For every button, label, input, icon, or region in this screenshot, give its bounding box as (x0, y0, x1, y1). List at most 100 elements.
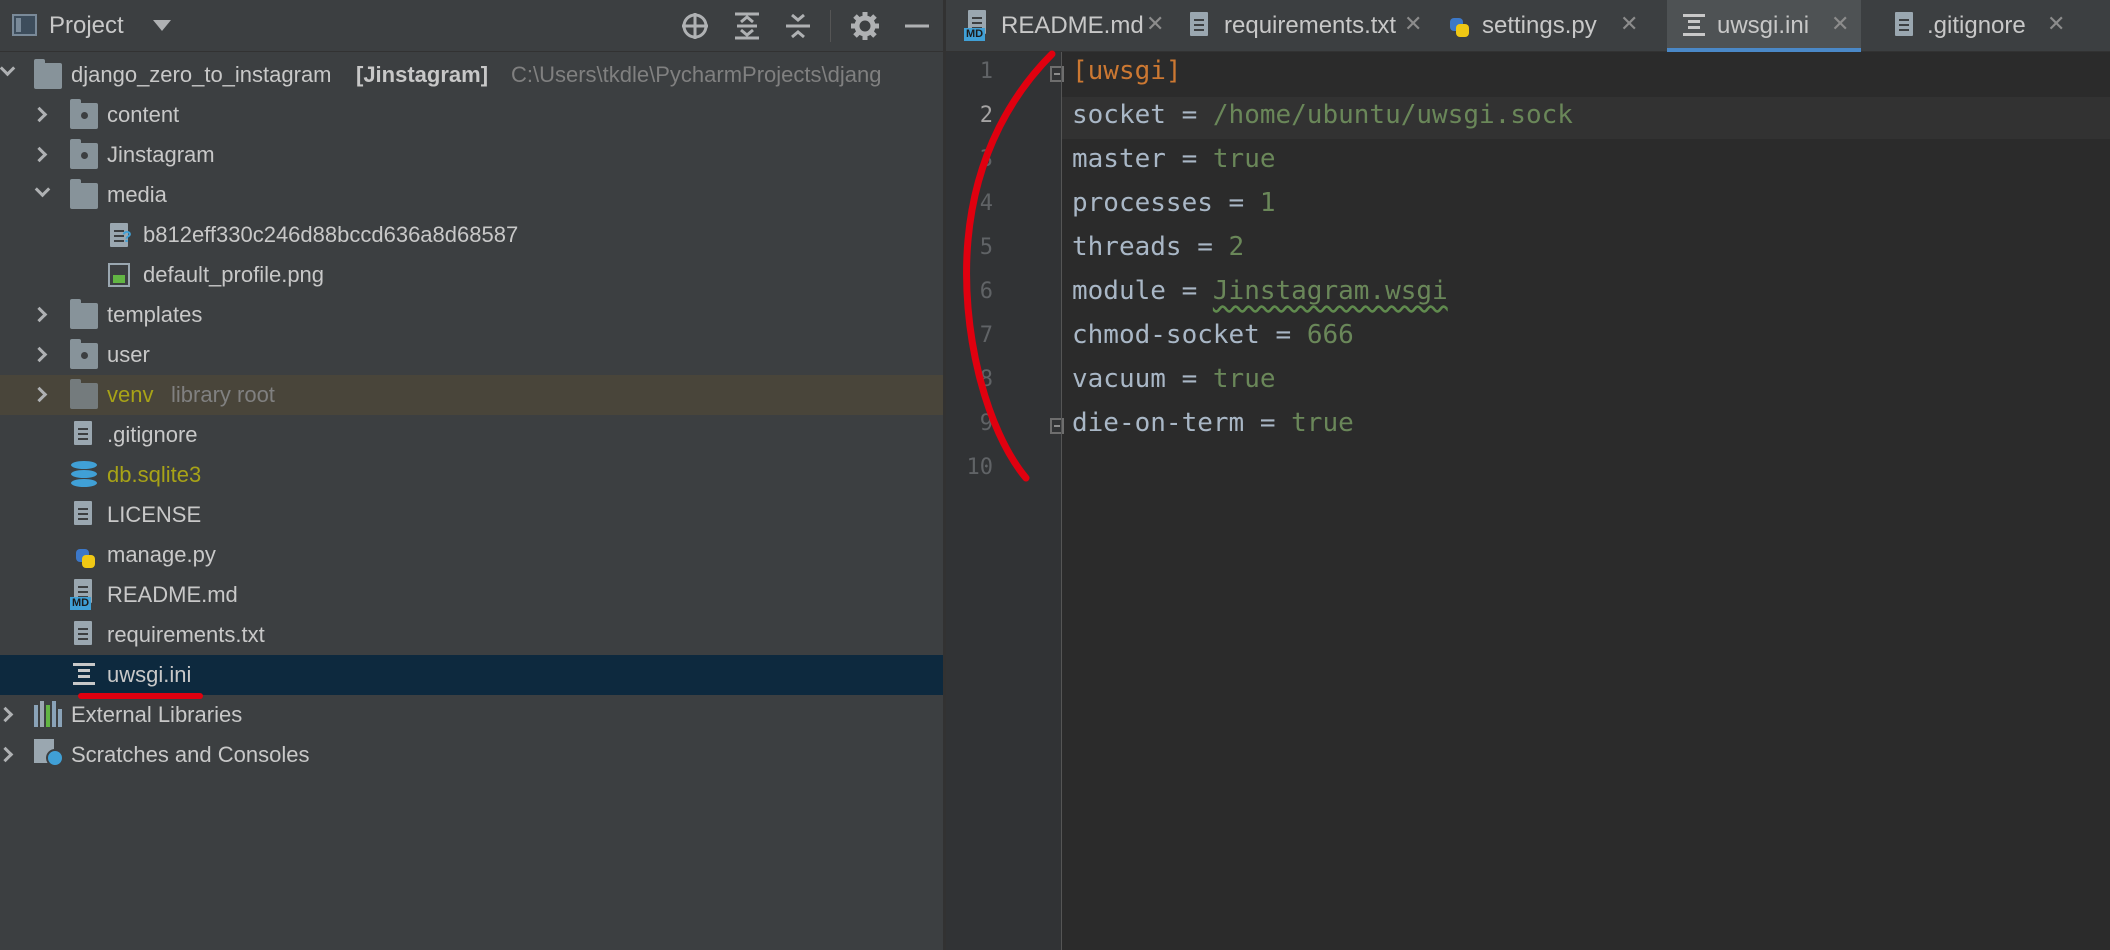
expand-arrow-icon[interactable] (34, 181, 51, 198)
tree-item-content[interactable]: content (0, 95, 943, 135)
python-icon (70, 541, 98, 569)
package-folder-icon (70, 339, 98, 369)
collapse-all-icon[interactable] (780, 8, 816, 44)
tree-item-external-libraries[interactable]: External Libraries (0, 695, 943, 735)
collapsed-arrow-icon[interactable] (31, 106, 48, 123)
ini-section: [uwsgi] (1072, 56, 1182, 86)
tree-item-templates[interactable]: templates (0, 295, 943, 335)
code-line-5: threads = 2 (1072, 232, 1245, 262)
editor-area: MD README.md ✕ requirements.txt ✕ settin… (946, 0, 2110, 950)
expand-all-icon[interactable] (729, 8, 765, 44)
close-icon[interactable]: ✕ (1831, 13, 1849, 35)
line-number: 3 (979, 147, 993, 172)
folder-icon (70, 299, 98, 329)
md-badge: MD (964, 28, 986, 41)
code-line-9: die-on-term = true (1072, 408, 1354, 438)
close-icon[interactable]: ✕ (1146, 13, 1164, 35)
tree-item-media[interactable]: media (0, 175, 943, 215)
tree-item-default-profile[interactable]: default_profile.png (0, 255, 943, 295)
tab-label: .gitignore (1927, 12, 2026, 39)
line-number: 8 (979, 367, 993, 392)
folder-icon (34, 59, 62, 89)
tree-item-gitignore[interactable]: .gitignore (0, 415, 943, 455)
tree-item-label: media (107, 182, 167, 207)
md-badge: MD (70, 597, 92, 610)
code-editor[interactable]: [uwsgi] socket = /home/ubuntu/uwsgi.sock… (1062, 52, 2110, 950)
expand-arrow-icon[interactable] (0, 60, 16, 77)
collapsed-arrow-icon[interactable] (31, 306, 48, 323)
tab-gitignore[interactable]: .gitignore ✕ (1881, 0, 2081, 52)
ini-file-icon (73, 663, 95, 685)
tree-item-label: b812eff330c246d88bccd636a8d68587 (143, 222, 519, 247)
collapsed-arrow-icon[interactable] (31, 346, 48, 363)
tree-root-row[interactable]: django_zero_to_instagram [Jinstagram] C:… (0, 55, 943, 95)
minimize-icon[interactable] (899, 8, 935, 44)
tree-item-label: default_profile.png (143, 262, 325, 287)
toolbar-separator (830, 10, 831, 42)
tree-item-label: README.md (107, 582, 238, 607)
tree-item-license[interactable]: LICENSE (0, 495, 943, 535)
line-number-gutter[interactable]: 1 2 3 4 5 6 7 8 9 10 (946, 52, 1064, 950)
collapsed-arrow-icon[interactable] (31, 146, 48, 163)
editor-tab-bar: MD README.md ✕ requirements.txt ✕ settin… (946, 0, 2110, 52)
tab-settings-py[interactable]: settings.py ✕ (1434, 0, 1638, 52)
python-icon (1444, 10, 1472, 38)
tree-item-scratches[interactable]: Scratches and Consoles (0, 735, 943, 775)
tree-item-label: db.sqlite3 (107, 462, 202, 487)
tree-item-venv[interactable]: venv library root (0, 375, 943, 415)
collapsed-arrow-icon[interactable] (31, 386, 48, 403)
gear-icon[interactable] (847, 8, 883, 44)
text-file-icon (70, 501, 98, 527)
tab-readme[interactable]: MD README.md ✕ (946, 0, 1176, 52)
text-file-icon (1186, 12, 1214, 38)
chevron-down-icon[interactable] (153, 20, 171, 31)
tab-label: settings.py (1482, 12, 1597, 39)
tree-item-jinstagram[interactable]: Jinstagram (0, 135, 943, 175)
close-icon[interactable]: ✕ (1404, 13, 1422, 35)
database-icon (71, 461, 97, 489)
line-number: 5 (979, 235, 993, 260)
ignore-file-icon (1891, 12, 1919, 38)
tree-item-user[interactable]: user (0, 335, 943, 375)
line-number: 6 (979, 279, 993, 304)
image-file-icon (108, 263, 130, 287)
tab-uwsgi-ini[interactable]: uwsgi.ini ✕ (1667, 0, 1861, 52)
line-number: 1 (979, 59, 993, 84)
project-title[interactable]: Project (49, 12, 124, 40)
close-icon[interactable]: ✕ (2047, 13, 2065, 35)
tree-item-label: External Libraries (71, 702, 243, 727)
root-module-name: [Jinstagram] (356, 62, 489, 87)
tab-label: uwsgi.ini (1717, 12, 1810, 39)
code-line-3: master = true (1072, 144, 1276, 174)
tree-item-label: user (107, 342, 150, 367)
tree-item-label: templates (107, 302, 203, 327)
locate-icon[interactable] (677, 8, 713, 44)
package-folder-icon (70, 99, 98, 129)
text-file-icon (70, 621, 98, 647)
tree-item-label: LICENSE (107, 502, 202, 527)
folder-icon (70, 379, 98, 409)
tab-requirements[interactable]: requirements.txt ✕ (1176, 0, 1434, 52)
collapsed-arrow-icon[interactable] (0, 706, 14, 723)
tree-item-requirements[interactable]: requirements.txt (0, 615, 943, 655)
tree-item-label: manage.py (107, 542, 216, 567)
close-icon[interactable]: ✕ (1620, 13, 1638, 35)
question-mark-icon: ? (122, 229, 132, 246)
line-number: 2 (979, 103, 993, 128)
code-line-6: module = Jinstagram.wsgi (1072, 276, 1448, 306)
tree-item-manage-py[interactable]: manage.py (0, 535, 943, 575)
tree-item-readme[interactable]: MD README.md (0, 575, 943, 615)
line-number: 7 (979, 323, 993, 348)
tree-item-label: Jinstagram (107, 142, 215, 167)
line-number: 9 (979, 411, 993, 436)
annotation-underline (78, 693, 203, 699)
collapsed-arrow-icon[interactable] (0, 746, 14, 763)
tree-item-label: venv (107, 382, 154, 407)
tree-item-db-sqlite3[interactable]: db.sqlite3 (0, 455, 943, 495)
code-line-1: [uwsgi] (1072, 56, 1182, 86)
tree-item-uwsgi-ini[interactable]: uwsgi.ini (0, 655, 943, 695)
code-line-7: chmod-socket = 666 (1072, 320, 1354, 350)
tab-label: README.md (1001, 12, 1144, 39)
line-number: 4 (979, 191, 993, 216)
tree-item-unknown-file[interactable]: ? b812eff330c246d88bccd636a8d68587 (0, 215, 943, 255)
